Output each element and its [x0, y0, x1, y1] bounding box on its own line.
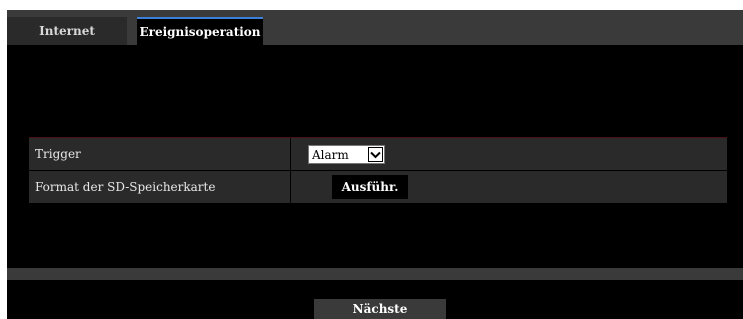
- trigger-value-cell: Alarm: [292, 138, 727, 170]
- separator-bar: [7, 268, 743, 280]
- next-button[interactable]: Nächste: [314, 299, 446, 319]
- tab-ereignisoperation[interactable]: Ereignisoperation: [137, 17, 263, 45]
- sd-format-value-cell: Ausführ.: [292, 171, 727, 203]
- execute-button[interactable]: Ausführ.: [332, 175, 408, 199]
- trigger-row: Trigger Alarm: [29, 137, 727, 170]
- settings-window: Internet Ereignisoperation Trigger Alarm…: [7, 10, 743, 319]
- trigger-select[interactable]: Alarm: [308, 145, 385, 164]
- trigger-label: Trigger: [29, 138, 291, 170]
- settings-table: Trigger Alarm Format der SD-Speicherkart…: [29, 137, 727, 203]
- trigger-selected-value: Alarm: [312, 147, 349, 162]
- tab-internet[interactable]: Internet: [7, 17, 127, 45]
- chevron-down-icon[interactable]: [368, 147, 383, 162]
- sd-format-row: Format der SD-Speicherkarte Ausführ.: [29, 170, 727, 203]
- tab-bar: Internet Ereignisoperation: [7, 10, 743, 45]
- sd-format-label: Format der SD-Speicherkarte: [29, 171, 291, 203]
